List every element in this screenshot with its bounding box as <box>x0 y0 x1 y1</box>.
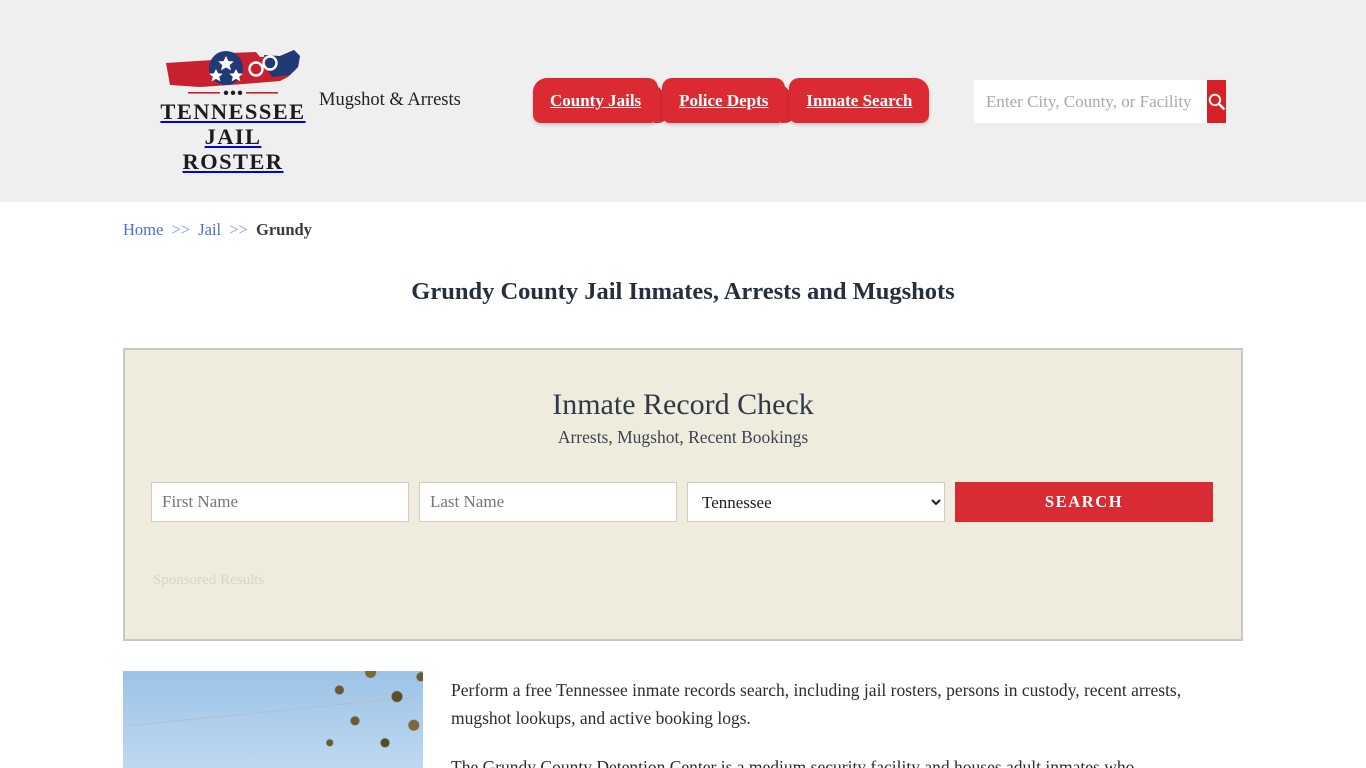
search-icon <box>1208 93 1225 110</box>
nav-item-inmate-search[interactable]: Inmate Search <box>789 78 930 123</box>
inmate-search-form: Tennessee SEARCH <box>125 482 1241 522</box>
header-inner: TENNESSEE JAIL ROSTER Mugshot & Arrests … <box>123 0 1243 202</box>
content-section: Perform a free Tennessee inmate records … <box>123 671 1243 768</box>
paragraph-2: The Grundy County Detention Center is a … <box>451 757 1135 768</box>
tree-branches <box>313 671 423 767</box>
courthouse-image <box>123 671 423 768</box>
panel-title: Inmate Record Check <box>552 388 814 421</box>
header-search-button[interactable] <box>1207 80 1226 123</box>
inmate-record-check-panel: Inmate Record Check Arrests, Mugshot, Re… <box>123 348 1243 641</box>
breadcrumb-item-jail[interactable]: Jail <box>198 220 221 239</box>
nav-item-police-depts[interactable]: Police Depts <box>662 78 786 123</box>
state-select[interactable]: Tennessee <box>687 482 945 522</box>
tennessee-state-outline-with-handcuffs-icon <box>166 50 300 95</box>
nav-item-county-jails[interactable]: County Jails <box>533 78 659 123</box>
paragraph-1: Perform a free Tennessee inmate records … <box>451 680 1182 728</box>
page-title: Grundy County Jail Inmates, Arrests and … <box>411 278 955 305</box>
logo-wordmark: TENNESSEE JAIL ROSTER <box>160 99 306 175</box>
content-copy: Perform a free Tennessee inmate records … <box>451 671 1243 768</box>
primary-nav: County Jails Police Depts Inmate Search <box>533 78 930 123</box>
logo-line-1: TENNESSEE <box>160 99 306 124</box>
breadcrumb-item-current: Grundy <box>256 220 312 239</box>
site-tagline: Mugshot & Arrests <box>319 90 461 110</box>
logo-line-2: JAIL ROSTER <box>182 124 284 175</box>
first-name-input[interactable] <box>151 482 409 522</box>
header-search-input[interactable] <box>974 80 1207 123</box>
site-logo[interactable]: TENNESSEE JAIL ROSTER <box>160 47 306 175</box>
breadcrumb-separator: >> <box>229 220 248 239</box>
site-header: TENNESSEE JAIL ROSTER Mugshot & Arrests … <box>0 0 1366 202</box>
sponsored-results-label: Sponsored Results <box>153 572 265 588</box>
breadcrumb: Home >> Jail >> Grundy <box>123 202 1243 240</box>
search-button[interactable]: SEARCH <box>955 482 1213 522</box>
header-search <box>974 80 1226 123</box>
last-name-input[interactable] <box>419 482 677 522</box>
breadcrumb-separator: >> <box>171 220 191 239</box>
breadcrumb-item-home[interactable]: Home <box>123 220 163 239</box>
panel-subtitle: Arrests, Mugshot, Recent Bookings <box>557 427 809 447</box>
